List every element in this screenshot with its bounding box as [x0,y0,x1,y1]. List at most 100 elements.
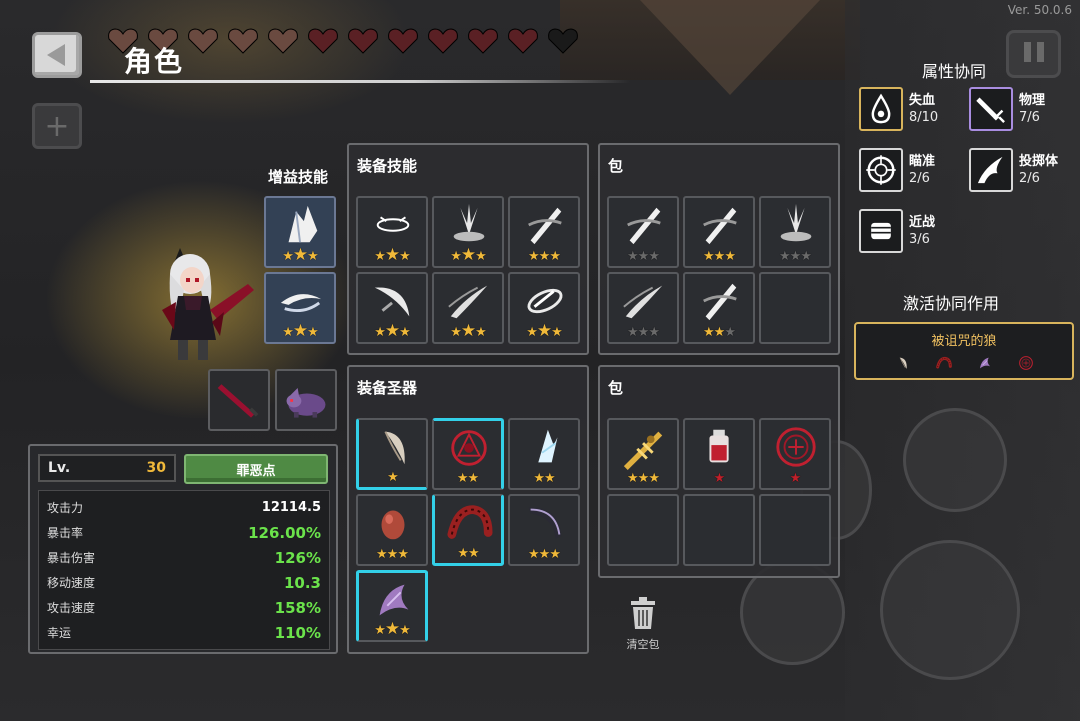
star-icon: ★ [376,547,388,562]
crystal-shard-icon [288,205,318,243]
stat-value: 10.3 [283,573,321,592]
star-rating: ★★★ [609,472,677,486]
clear-bag-button[interactable]: 清空包 [622,596,664,652]
star-rating: ★★ [434,472,501,486]
star-icon: ★ [779,249,791,264]
star-icon: ★ [475,249,487,264]
stats-panel: Lv. 30 罪恶点 攻击力 12114.5 暴击率 126.00% 暴击伤害 126% 移… [28,444,338,654]
star-icon: ★ [374,325,386,340]
star-icon: ★ [800,249,812,264]
star-rating: ★★★ [266,247,334,264]
star-icon: ★ [627,249,639,264]
equipped-relic-slot[interactable]: ★★★ [356,570,428,642]
white-swirl-icon [280,294,322,312]
equipped-skill-slot[interactable]: ★★★ [356,196,428,268]
pet-slot[interactable] [275,369,337,431]
stat-list: 攻击力 12114.5 暴击率 126.00% 暴击伤害 126% 移动速度 10.3 攻击速度… [38,490,330,650]
sin-points-button[interactable]: 罪恶点 [184,454,328,484]
stat-value: 12114.5 [261,500,321,515]
white-ring-icon [376,216,410,232]
back-button[interactable] [32,32,82,78]
equipped-relic-slot[interactable]: ★★★ [356,494,428,566]
crimson-blade-icon [217,384,259,418]
equipped-relic-slot[interactable]: ★ [356,418,428,490]
star-icon: ★ [307,325,319,340]
star-icon: ★ [387,470,399,485]
star-icon: ★ [627,325,639,340]
star-rating: ★ [359,471,426,485]
relic-bag-slot[interactable] [607,494,679,566]
background-joystick-ring [903,408,1007,512]
synergy-item[interactable]: 物理 7/6 [969,87,1045,131]
synergy-text: 失血 8/10 [909,92,938,126]
equipped-skill-slot[interactable]: ★★★ [508,196,580,268]
red-egg-icon [381,510,405,540]
equipped-relic-slot[interactable]: ★★ [432,418,504,490]
synergy-text: 投掷体 2/6 [1019,153,1058,187]
star-icon: ★ [292,321,308,341]
star-rating: ★★★ [434,247,502,264]
equipped-skill-slot[interactable]: ★★★ [432,272,504,344]
buff-skill-slot[interactable]: ★★★ [264,272,336,344]
trash-can-icon [631,597,655,629]
star-icon: ★ [549,547,561,562]
synergy-item[interactable]: 投掷体 2/6 [969,148,1058,192]
star-icon: ★ [397,547,409,562]
relic-bag-slot[interactable] [759,494,831,566]
stat-label: 攻击力 [47,501,84,515]
skill-bag-slot[interactable]: ★★★ [759,196,831,268]
pause-button[interactable] [1006,30,1061,78]
level-value: 30 [146,460,166,476]
star-icon: ★ [282,325,294,340]
synergy-item[interactable]: 失血 8/10 [859,87,938,131]
equipped-relic-slot[interactable]: ★★ [508,418,580,490]
activated-synergy-card[interactable]: 被诅咒的狼 [854,322,1074,380]
skill-bag-slot[interactable]: ★★★ [607,272,679,344]
star-rating: ★★★ [609,326,677,340]
star-icon: ★ [457,546,469,561]
star-icon: ★ [538,547,551,562]
weapon-slot[interactable] [208,369,270,431]
equipped-skill-slot[interactable]: ★★★ [508,272,580,344]
synergy-name: 投掷体 [1019,154,1059,169]
synergy-text: 物理 7/6 [1019,92,1045,126]
synergy-item[interactable]: 近战 3/6 [859,209,935,253]
heart-icon [188,28,218,54]
equipped-skill-slot[interactable]: ★★★ [432,196,504,268]
equipped-skill-slot[interactable]: ★★★ [356,272,428,344]
equipped-relic-slot[interactable]: ★★ [432,494,504,566]
background-attack-ring [880,540,1020,680]
synergy-title: 属性协同 [922,62,987,81]
equipped-relic-slot[interactable]: ★★★ [508,494,580,566]
star-icon: ★ [789,471,802,486]
add-button[interactable]: + [32,103,82,149]
star-icon: ★ [544,471,556,486]
relic-bag-slot[interactable]: ★★★ [607,418,679,490]
relic-bag-slot[interactable]: ★ [759,418,831,490]
skill-bag-slot[interactable] [759,272,831,344]
synergy-item[interactable]: 瞄准 2/6 [859,148,935,192]
stat-row: 暴击率 126.00% [47,520,321,545]
star-icon: ★ [468,546,480,561]
star-icon: ★ [467,471,480,486]
star-rating: ★★★ [358,247,426,264]
skill-bag-slot[interactable]: ★★★ [607,196,679,268]
relic-bag-slot[interactable]: ★ [683,418,755,490]
star-rating: ★★★ [609,250,677,264]
skill-bag-slot[interactable]: ★★★ [683,196,755,268]
star-icon: ★ [538,249,551,264]
activated-synergy-icons [894,354,1035,372]
star-icon: ★ [460,321,476,341]
star-rating: ★★★ [359,621,425,638]
star-icon: ★ [399,623,411,638]
skill-bag-slot[interactable]: ★★★ [683,272,755,344]
blood-drop-icon [871,93,891,124]
buff-skill-slot[interactable]: ★★★ [264,196,336,268]
relic-bag-title: 包 [608,379,624,397]
star-icon: ★ [533,471,545,486]
relic-bag-slot[interactable] [683,494,755,566]
star-icon: ★ [637,471,650,486]
level-box: Lv. 30 [38,454,176,482]
stat-row: 移动速度 10.3 [47,570,321,595]
fang-icon [384,431,405,465]
